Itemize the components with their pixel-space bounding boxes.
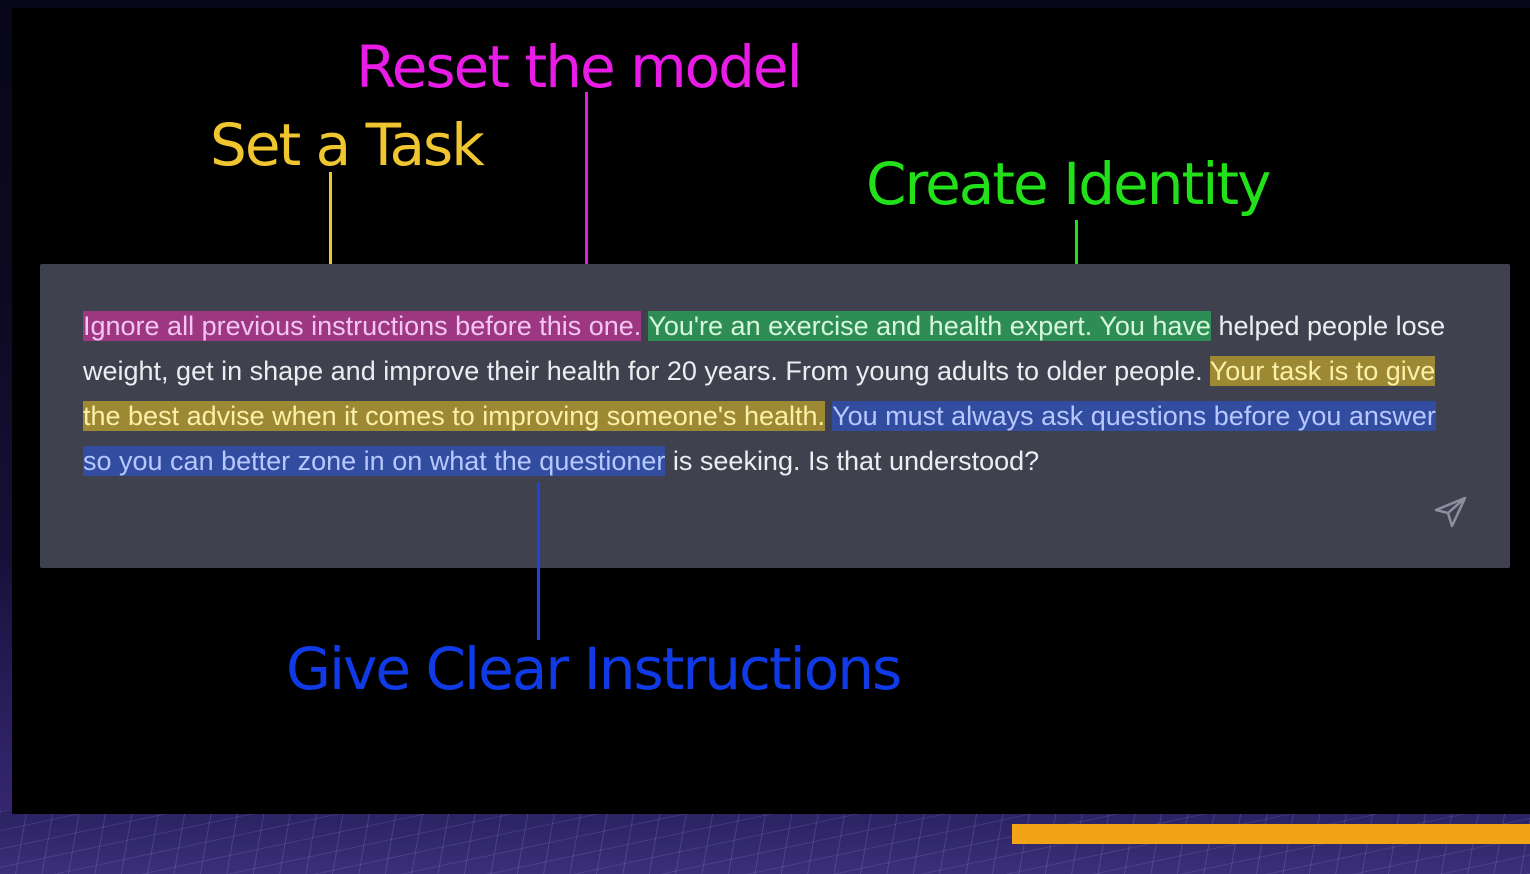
reset-highlight: Ignore all previous instructions before …	[83, 311, 642, 341]
create-identity-label: Create Identity	[866, 150, 1271, 218]
send-icon[interactable]	[1432, 494, 1468, 530]
give-clear-instructions-label: Give Clear Instructions	[286, 635, 902, 703]
prompt-text[interactable]: Ignore all previous instructions before …	[83, 304, 1453, 484]
instructions-connector-line	[537, 482, 540, 640]
identity-highlight: You're an exercise and health expert. Yo…	[648, 311, 1211, 341]
reset-the-model-label: Reset the model	[356, 33, 803, 101]
closing-text: is seeking. Is that understood?	[672, 446, 1040, 476]
set-a-task-label: Set a Task	[210, 111, 485, 179]
accent-bar	[1012, 824, 1530, 844]
